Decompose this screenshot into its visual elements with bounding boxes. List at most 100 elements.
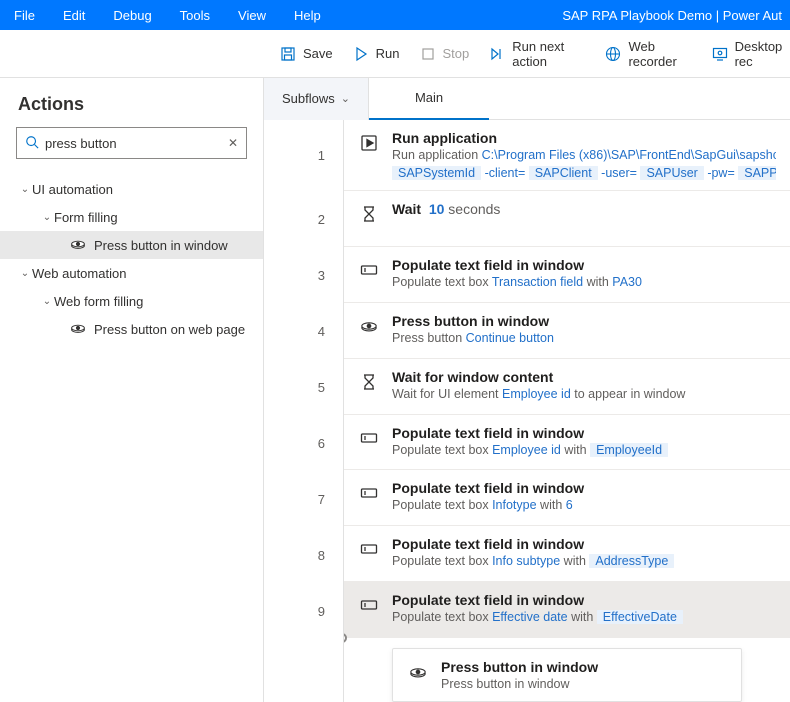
flow-step[interactable]: Populate text field in window Populate te… [344,582,790,638]
press-icon [407,661,429,683]
step-title: Populate text field in window [392,536,776,552]
press-icon [358,315,380,337]
step-text: Wait 10 seconds [392,201,776,217]
step-title: Wait for window content [392,369,776,385]
step-description: Populate text box Transaction field with… [392,275,776,289]
tree-label: Web form filling [54,294,143,309]
step-description: Populate text box Info subtype with Addr… [392,554,776,568]
play-box-icon [358,132,380,154]
textfield-icon [358,538,380,560]
run-next-button[interactable]: Run next action [489,39,585,69]
tab-main[interactable]: Main [369,78,489,120]
textfield-icon [358,427,380,449]
toolbar: Save Run Stop Run next action Web record… [0,30,790,78]
step-text: Populate text field in windowPopulate te… [392,257,776,289]
flow-step[interactable]: Populate text field in window Populate te… [344,470,790,526]
menu-tools[interactable]: Tools [166,8,224,23]
step-title: Populate text field in window [392,480,776,496]
press-icon [70,321,86,338]
flow-step[interactable]: Wait for window content Wait for UI eleme… [344,359,790,415]
line-number: 7 [264,471,343,527]
sidebar-title: Actions [0,78,263,127]
flow-steps: Run applicationRun application C:\Progra… [344,120,790,702]
step-description: Wait for UI element Employee id to appea… [392,387,776,401]
menu-debug[interactable]: Debug [99,8,165,23]
step-description: Populate text box Effective date with Ef… [392,610,776,624]
step-title: Wait 10 seconds [392,201,776,217]
flow-step[interactable]: Populate text field in window Populate te… [344,415,790,471]
textfield-icon [358,594,380,616]
line-number: 6 [264,415,343,471]
line-number: 9 [264,583,343,639]
stop-label: Stop [443,46,470,61]
line-number: 8 [264,527,343,583]
step-text: Populate text field in window Populate te… [392,536,776,568]
menu-view[interactable]: View [224,8,280,23]
line-gutter: 123456789 [264,120,344,702]
actions-search[interactable]: ✕ [16,127,247,159]
menubar: File Edit Debug Tools View Help SAP RPA … [0,0,790,30]
actions-sidebar: Actions ✕ ⌄ UI automation ⌄ Form filling [0,78,264,702]
run-button[interactable]: Run [353,46,400,62]
flow-step[interactable]: Press button in windowPress button Conti… [344,303,790,359]
textfield-icon [358,259,380,281]
step-text: Press button in windowPress button in wi… [441,659,727,691]
flow-step[interactable]: Populate text field in window Populate te… [344,526,790,582]
tree-web-form-filling[interactable]: ⌄ Web form filling [0,287,263,315]
step-title: Press button in window [441,659,727,675]
step-text: Press button in windowPress button Conti… [392,313,776,345]
step-params: SAPSystemId -client= SAPClient -user= SA… [392,166,776,180]
textfield-icon [358,482,380,504]
tree-label: Press button in window [94,238,228,253]
line-number: 1 [264,120,343,191]
step-text: Wait for window content Wait for UI eleme… [392,369,776,401]
hourglass-icon [358,203,380,225]
search-input[interactable] [45,136,228,151]
menu-help[interactable]: Help [280,8,335,23]
run-next-label: Run next action [512,39,585,69]
flow-step[interactable]: Populate text field in windowPopulate te… [344,247,790,303]
save-label: Save [303,46,333,61]
tree-press-button-web[interactable]: Press button on web page [0,315,263,343]
tree-press-button-window[interactable]: Press button in window [0,231,263,259]
subflows-label: Subflows [282,91,335,106]
tree-label: Web automation [32,266,126,281]
line-number: 5 [264,359,343,415]
chevron-down-icon: ⌄ [18,184,32,195]
save-icon [280,46,296,62]
step-title: Run application [392,130,776,146]
tree-ui-automation[interactable]: ⌄ UI automation [0,175,263,203]
tree-label: UI automation [32,182,113,197]
tabs-row: Subflows ⌄ Main [264,78,790,120]
dragged-action-card[interactable]: Press button in windowPress button in wi… [392,648,742,702]
step-description: Populate text box Employee id with Emplo… [392,443,776,457]
flow-editor: Subflows ⌄ Main 123456789 Run applicatio… [264,78,790,702]
step-description: Populate text box Infotype with 6 [392,498,776,512]
subflows-dropdown[interactable]: Subflows ⌄ [264,78,369,120]
stop-button[interactable]: Stop [420,46,470,62]
step-title: Populate text field in window [392,592,776,608]
web-recorder-button[interactable]: Web recorder [605,39,691,69]
window-title: SAP RPA Playbook Demo | Power Aut [562,8,790,23]
web-recorder-label: Web recorder [628,39,691,69]
menu-edit[interactable]: Edit [49,8,99,23]
chevron-down-icon: ⌄ [341,92,350,105]
desktop-recorder-button[interactable]: Desktop rec [712,39,790,69]
clear-search-icon[interactable]: ✕ [228,136,238,150]
flow-step[interactable]: Run applicationRun application C:\Progra… [344,120,790,191]
step-icon [489,46,505,62]
tree-label: Form filling [54,210,118,225]
chevron-down-icon: ⌄ [40,212,54,223]
search-icon [25,135,39,152]
tree-label: Press button on web page [94,322,245,337]
chevron-down-icon: ⌄ [18,268,32,279]
tree-form-filling[interactable]: ⌄ Form filling [0,203,263,231]
save-button[interactable]: Save [280,46,333,62]
flow-step[interactable]: Wait 10 seconds [344,191,790,247]
globe-icon [605,46,621,62]
line-number: 2 [264,191,343,247]
tree-web-automation[interactable]: ⌄ Web automation [0,259,263,287]
menu-file[interactable]: File [0,8,49,23]
step-title: Populate text field in window [392,425,776,441]
step-text: Populate text field in window Populate te… [392,425,776,457]
